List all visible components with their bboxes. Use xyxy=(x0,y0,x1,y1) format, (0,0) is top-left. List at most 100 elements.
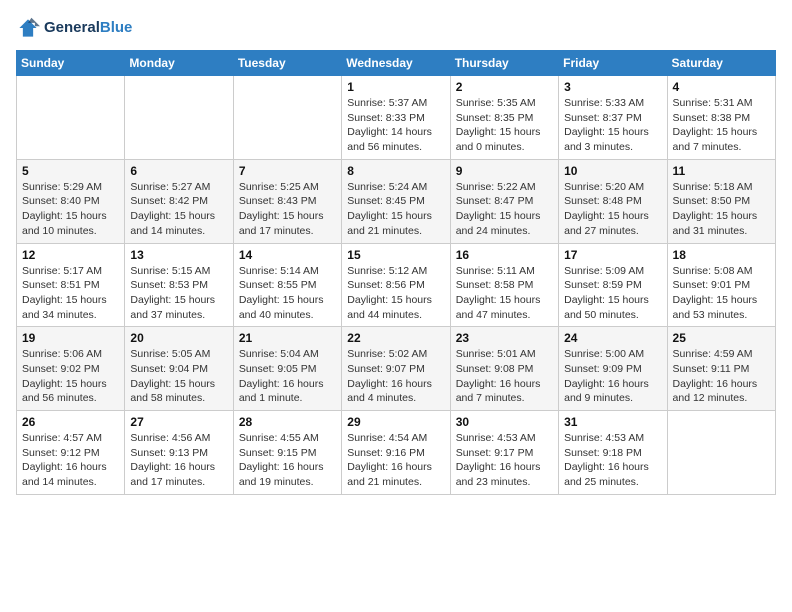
weekday-saturday: Saturday xyxy=(667,51,775,76)
calendar-cell: 11Sunrise: 5:18 AMSunset: 8:50 PMDayligh… xyxy=(667,159,775,243)
weekday-friday: Friday xyxy=(559,51,667,76)
day-info: Sunrise: 5:12 AMSunset: 8:56 PMDaylight:… xyxy=(347,264,444,323)
calendar-cell: 31Sunrise: 4:53 AMSunset: 9:18 PMDayligh… xyxy=(559,411,667,495)
calendar-cell: 23 Sunrise: 5:01 AMSunset: 9:08 PMDayligh… xyxy=(450,327,558,411)
calendar-cell: 18 Sunrise: 5:08 AMSunset: 9:01 PMDayligh… xyxy=(667,243,775,327)
calendar-cell: 16 Sunrise: 5:11 AMSunset: 8:58 PMDayligh… xyxy=(450,243,558,327)
calendar-cell: 12 Sunrise: 5:17 AMSunset: 8:51 PMDayligh… xyxy=(17,243,125,327)
day-info: Sunrise: 4:53 AMSunset: 9:18 PMDaylight:… xyxy=(564,431,661,490)
day-info: Sunrise: 5:14 AMSunset: 8:55 PMDaylight:… xyxy=(239,264,336,323)
day-number: 2 xyxy=(456,80,553,94)
calendar-cell: 26 Sunrise: 4:57 AMSunset: 9:12 PMDayligh… xyxy=(17,411,125,495)
calendar-cell: 27 Sunrise: 4:56 AMSunset: 9:13 PMDayligh… xyxy=(125,411,233,495)
weekday-tuesday: Tuesday xyxy=(233,51,341,76)
day-info: Sunrise: 5:08 AMSunset: 9:01 PMDaylight:… xyxy=(673,264,770,323)
day-number: 7 xyxy=(239,164,336,178)
calendar-cell: 5 Sunrise: 5:29 AMSunset: 8:40 PMDaylight… xyxy=(17,159,125,243)
day-info: Sunrise: 5:17 AMSunset: 8:51 PMDaylight:… xyxy=(22,264,119,323)
day-info: Sunrise: 5:25 AMSunset: 8:43 PMDaylight:… xyxy=(239,180,336,239)
calendar-cell: 7 Sunrise: 5:25 AMSunset: 8:43 PMDaylight… xyxy=(233,159,341,243)
day-number: 28 xyxy=(239,415,336,429)
day-info: Sunrise: 5:31 AMSunset: 8:38 PMDaylight:… xyxy=(673,96,770,155)
day-info: Sunrise: 5:15 AMSunset: 8:53 PMDaylight:… xyxy=(130,264,227,323)
calendar-week-5: 26 Sunrise: 4:57 AMSunset: 9:12 PMDayligh… xyxy=(17,411,776,495)
day-info: Sunrise: 4:59 AMSunset: 9:11 PMDaylight:… xyxy=(673,347,770,406)
day-info: Sunrise: 5:00 AMSunset: 9:09 PMDaylight:… xyxy=(564,347,661,406)
day-info: Sunrise: 5:33 AMSunset: 8:37 PMDaylight:… xyxy=(564,96,661,155)
day-info: Sunrise: 5:01 AMSunset: 9:08 PMDaylight:… xyxy=(456,347,553,406)
day-number: 23 xyxy=(456,331,553,345)
calendar-cell: 22 Sunrise: 5:02 AMSunset: 9:07 PMDayligh… xyxy=(342,327,450,411)
calendar-cell: 15 Sunrise: 5:12 AMSunset: 8:56 PMDayligh… xyxy=(342,243,450,327)
day-info: Sunrise: 4:53 AMSunset: 9:17 PMDaylight:… xyxy=(456,431,553,490)
logo: GeneralBlue xyxy=(16,16,132,40)
day-number: 10 xyxy=(564,164,661,178)
calendar-cell: 20 Sunrise: 5:05 AMSunset: 9:04 PMDayligh… xyxy=(125,327,233,411)
header: GeneralBlue xyxy=(16,16,776,40)
day-number: 9 xyxy=(456,164,553,178)
calendar: SundayMondayTuesdayWednesdayThursdayFrid… xyxy=(16,50,776,495)
day-info: Sunrise: 5:37 AMSunset: 8:33 PMDaylight:… xyxy=(347,96,444,155)
calendar-cell: 28 Sunrise: 4:55 AMSunset: 9:15 PMDayligh… xyxy=(233,411,341,495)
day-info: Sunrise: 5:24 AMSunset: 8:45 PMDaylight:… xyxy=(347,180,444,239)
day-number: 13 xyxy=(130,248,227,262)
day-info: Sunrise: 5:35 AMSunset: 8:35 PMDaylight:… xyxy=(456,96,553,155)
day-info: Sunrise: 5:06 AMSunset: 9:02 PMDaylight:… xyxy=(22,347,119,406)
weekday-thursday: Thursday xyxy=(450,51,558,76)
day-info: Sunrise: 5:09 AMSunset: 8:59 PMDaylight:… xyxy=(564,264,661,323)
day-info: Sunrise: 5:22 AMSunset: 8:47 PMDaylight:… xyxy=(456,180,553,239)
day-info: Sunrise: 5:05 AMSunset: 9:04 PMDaylight:… xyxy=(130,347,227,406)
day-number: 14 xyxy=(239,248,336,262)
day-info: Sunrise: 5:20 AMSunset: 8:48 PMDaylight:… xyxy=(564,180,661,239)
day-number: 21 xyxy=(239,331,336,345)
day-number: 27 xyxy=(130,415,227,429)
calendar-cell: 30 Sunrise: 4:53 AMSunset: 9:17 PMDayligh… xyxy=(450,411,558,495)
day-number: 5 xyxy=(22,164,119,178)
day-info: Sunrise: 5:27 AMSunset: 8:42 PMDaylight:… xyxy=(130,180,227,239)
calendar-cell: 3Sunrise: 5:33 AMSunset: 8:37 PMDaylight… xyxy=(559,76,667,160)
weekday-sunday: Sunday xyxy=(17,51,125,76)
calendar-cell: 4Sunrise: 5:31 AMSunset: 8:38 PMDaylight… xyxy=(667,76,775,160)
calendar-cell xyxy=(233,76,341,160)
calendar-cell: 19 Sunrise: 5:06 AMSunset: 9:02 PMDayligh… xyxy=(17,327,125,411)
day-info: Sunrise: 4:57 AMSunset: 9:12 PMDaylight:… xyxy=(22,431,119,490)
day-number: 11 xyxy=(673,164,770,178)
day-info: Sunrise: 5:29 AMSunset: 8:40 PMDaylight:… xyxy=(22,180,119,239)
calendar-cell xyxy=(17,76,125,160)
day-number: 15 xyxy=(347,248,444,262)
calendar-week-4: 19 Sunrise: 5:06 AMSunset: 9:02 PMDayligh… xyxy=(17,327,776,411)
day-number: 22 xyxy=(347,331,444,345)
calendar-cell: 29Sunrise: 4:54 AMSunset: 9:16 PMDayligh… xyxy=(342,411,450,495)
day-number: 19 xyxy=(22,331,119,345)
day-info: Sunrise: 5:11 AMSunset: 8:58 PMDaylight:… xyxy=(456,264,553,323)
day-number: 6 xyxy=(130,164,227,178)
calendar-cell: 14 Sunrise: 5:14 AMSunset: 8:55 PMDayligh… xyxy=(233,243,341,327)
day-number: 8 xyxy=(347,164,444,178)
calendar-cell xyxy=(125,76,233,160)
day-info: Sunrise: 4:56 AMSunset: 9:13 PMDaylight:… xyxy=(130,431,227,490)
weekday-wednesday: Wednesday xyxy=(342,51,450,76)
day-number: 26 xyxy=(22,415,119,429)
day-info: Sunrise: 5:04 AMSunset: 9:05 PMDaylight:… xyxy=(239,347,336,406)
logo-text: GeneralBlue xyxy=(44,19,132,37)
day-number: 20 xyxy=(130,331,227,345)
calendar-cell: 25Sunrise: 4:59 AMSunset: 9:11 PMDayligh… xyxy=(667,327,775,411)
day-info: Sunrise: 4:55 AMSunset: 9:15 PMDaylight:… xyxy=(239,431,336,490)
day-number: 17 xyxy=(564,248,661,262)
day-number: 18 xyxy=(673,248,770,262)
day-number: 16 xyxy=(456,248,553,262)
day-number: 30 xyxy=(456,415,553,429)
day-number: 1 xyxy=(347,80,444,94)
day-number: 12 xyxy=(22,248,119,262)
weekday-monday: Monday xyxy=(125,51,233,76)
calendar-cell: 24Sunrise: 5:00 AMSunset: 9:09 PMDayligh… xyxy=(559,327,667,411)
day-info: Sunrise: 5:02 AMSunset: 9:07 PMDaylight:… xyxy=(347,347,444,406)
calendar-cell: 21 Sunrise: 5:04 AMSunset: 9:05 PMDayligh… xyxy=(233,327,341,411)
weekday-header: SundayMondayTuesdayWednesdayThursdayFrid… xyxy=(17,51,776,76)
calendar-cell xyxy=(667,411,775,495)
calendar-body: 1 Sunrise: 5:37 AMSunset: 8:33 PMDaylight… xyxy=(17,76,776,495)
calendar-cell: 17 Sunrise: 5:09 AMSunset: 8:59 PMDayligh… xyxy=(559,243,667,327)
calendar-cell: 10 Sunrise: 5:20 AMSunset: 8:48 PMDayligh… xyxy=(559,159,667,243)
logo-icon xyxy=(16,16,40,40)
calendar-week-1: 1 Sunrise: 5:37 AMSunset: 8:33 PMDaylight… xyxy=(17,76,776,160)
